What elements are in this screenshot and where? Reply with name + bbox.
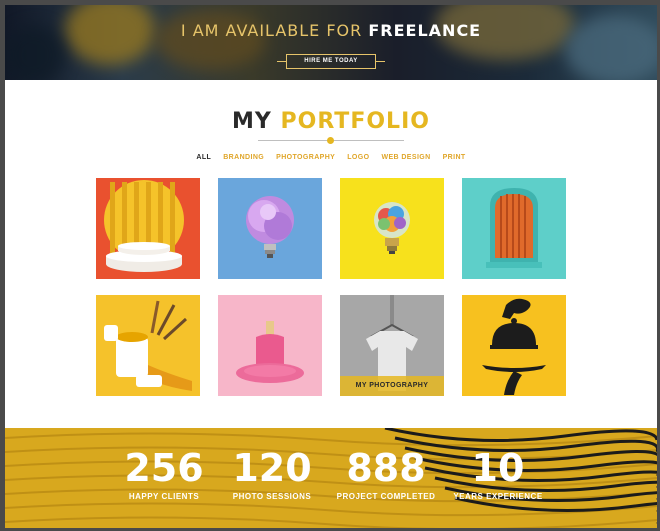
filter-photography[interactable]: PHOTOGRAPHY (276, 154, 335, 161)
brain-lightbulb-image (340, 178, 444, 279)
item-hover-overlay[interactable]: MY PHOTOGRAPHY (340, 376, 444, 396)
freelance-hero-banner: I AM AVAILABLE FOR FREELANCE HIRE ME TOD… (5, 5, 657, 80)
portfolio-item-teal-arch[interactable] (462, 178, 566, 279)
portfolio-item-serving-cloche[interactable] (462, 295, 566, 396)
portfolio-item-podium-arch[interactable] (96, 178, 200, 279)
heading-portfolio: PORTFOLIO (280, 109, 430, 134)
smoke-decoration (155, 10, 265, 70)
hire-me-button[interactable]: HIRE ME TODAY (277, 54, 385, 69)
portfolio-item-tshirt-hanger[interactable]: MY PHOTOGRAPHY (340, 295, 444, 396)
filter-all[interactable]: ALL (196, 154, 211, 161)
stat-label: PHOTO SESSIONS (232, 492, 312, 501)
stat-value: 10 (471, 446, 525, 490)
teal-arch-image (462, 178, 566, 279)
stats-band: 256 HAPPY CLIENTS 120 PHOTO SESSIONS 888… (5, 428, 657, 528)
stat-photo-sessions: 120 PHOTO SESSIONS (212, 446, 332, 501)
filter-web-design[interactable]: WEB DESIGN (381, 154, 430, 161)
hero-title-prefix: I AM AVAILABLE FOR (180, 21, 363, 40)
page-frame: I AM AVAILABLE FOR FREELANCE HIRE ME TOD… (5, 5, 657, 528)
portfolio-item-brain-lightbulb[interactable] (340, 178, 444, 279)
portfolio-heading: MY PORTFOLIO (5, 109, 657, 134)
hero-title-strong: FREELANCE (368, 21, 482, 40)
portfolio-item-fluffy-lightbulb[interactable] (218, 178, 322, 279)
stat-label: YEARS EXPERIENCE (453, 492, 543, 501)
stat-years-experience: 10 YEARS EXPERIENCE (438, 446, 558, 501)
stat-project-completed: 888 PROJECT COMPLETED (326, 446, 446, 501)
stat-label: HAPPY CLIENTS (128, 492, 200, 501)
melting-popsicle-image (218, 295, 322, 396)
stat-label: PROJECT COMPLETED (336, 492, 436, 501)
portfolio-grid: MY PHOTOGRAPHY (96, 178, 566, 396)
stat-value: 888 (346, 446, 426, 490)
filter-print[interactable]: PRINT (443, 154, 466, 161)
serving-cloche-image (462, 295, 566, 396)
portfolio-item-paint-buckets[interactable] (96, 295, 200, 396)
stat-value: 256 (124, 446, 204, 490)
filter-logo[interactable]: LOGO (347, 154, 369, 161)
paint-buckets-image (96, 295, 200, 396)
heading-divider-dot (327, 137, 334, 144)
portfolio-item-melting-popsicle[interactable] (218, 295, 322, 396)
podium-arch-image (96, 178, 200, 279)
stat-value: 120 (232, 446, 312, 490)
heading-my: MY (232, 109, 272, 134)
portfolio-filter-bar: ALL BRANDING PHOTOGRAPHY LOGO WEB DESIGN… (5, 154, 657, 161)
stat-happy-clients: 256 HAPPY CLIENTS (104, 446, 224, 501)
filter-branding[interactable]: BRANDING (223, 154, 264, 161)
hero-title: I AM AVAILABLE FOR FREELANCE (5, 21, 657, 40)
fluffy-lightbulb-image (218, 178, 322, 279)
